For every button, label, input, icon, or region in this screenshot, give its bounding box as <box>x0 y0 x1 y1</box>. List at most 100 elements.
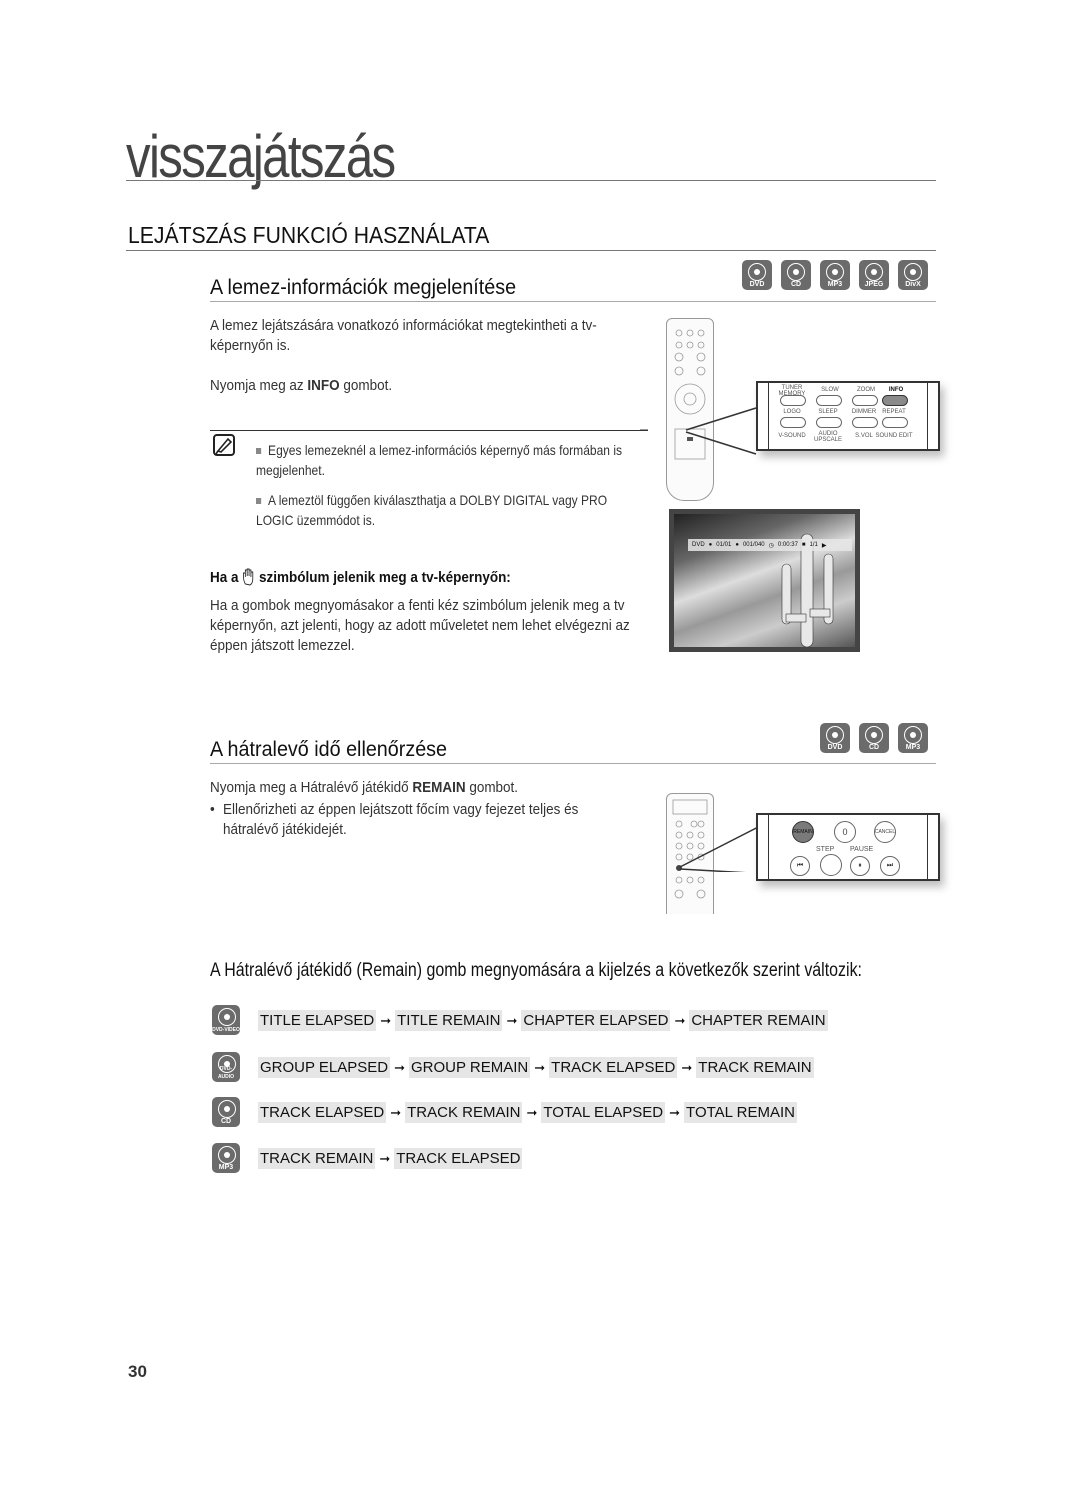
sdhd-button <box>780 395 806 406</box>
section-title: LEJÁTSZÁS FUNKCIÓ HASZNÁLATA <box>128 222 490 248</box>
play-icon: ▶ <box>821 542 827 549</box>
disc-info-rule <box>210 301 936 302</box>
disc-ring-icon <box>904 263 922 281</box>
remote-control-bottom <box>666 478 714 501</box>
note-icon <box>212 433 236 457</box>
hand-explanation: Ha a gombok megnyomásakor a fenti kéz sz… <box>210 598 630 654</box>
osd-title: 01/01 <box>716 542 732 548</box>
note-item: A lemeztöl függően kiválaszthatja a DOLB… <box>256 492 608 528</box>
panel-label: LOGO <box>783 409 801 415</box>
sequence-item: TRACK ELAPSED <box>549 1057 678 1078</box>
disc-icon-cd: CD <box>859 723 889 753</box>
disc-icon-dvd-audio: DVD-AUDIO <box>212 1052 240 1082</box>
dimmer-button <box>852 417 878 428</box>
info-button-highlight <box>882 395 908 406</box>
repeat-button <box>882 417 908 428</box>
arrow-right-icon: ➞ <box>669 1104 681 1120</box>
remain-button-label: REMAIN <box>412 780 466 796</box>
disc-ring-icon <box>904 726 922 744</box>
panel-label: V-SOUND <box>778 433 806 439</box>
sequence-row: TRACK REMAIN ➞ TRACK ELAPSED <box>258 1148 523 1169</box>
skip-forward-icon: ⏭ <box>880 856 900 876</box>
panel-label-info: INFO <box>888 387 904 393</box>
info-button-panel: TUNER MEMORY SLOW ZOOM INFO LOGO SLEEP D… <box>756 381 940 451</box>
disc-icon-cd: CD <box>212 1097 240 1127</box>
sequence-row: TRACK ELAPSED ➞ TRACK REMAIN ➞ TOTAL ELAPSED… <box>258 1102 797 1123</box>
chapter-icon: ● <box>735 542 739 548</box>
sequence-item: TOTAL ELAPSED <box>541 1102 666 1123</box>
disc-label: DivX <box>905 281 921 288</box>
sequence-item: TITLE ELAPSED <box>258 1010 377 1031</box>
disc-ring-icon <box>865 726 883 744</box>
disc-ring-icon <box>218 1100 236 1118</box>
disc-label: CD <box>790 281 802 288</box>
osd-chapter: 001/040 <box>742 542 765 548</box>
arrow-right-icon: ➞ <box>506 1012 518 1028</box>
callout-lines <box>640 407 757 455</box>
disc-label: MP3 <box>827 281 843 288</box>
remain-button-highlight: REMAIN <box>792 821 814 843</box>
sleep-button <box>816 417 842 428</box>
sequence-item: TRACK ELAPSED <box>394 1148 523 1169</box>
disc-icon-dvd: DVD <box>742 260 772 290</box>
disc-icon-cd: CD <box>781 260 811 290</box>
pause-icon: ⏸ <box>850 856 870 876</box>
arrow-right-icon: ➞ <box>526 1104 538 1120</box>
disc-icon-dvd: DVD <box>820 723 850 753</box>
info-button-label: INFO <box>307 378 340 394</box>
disc-label: CD <box>868 744 880 751</box>
tv-screen-photo: DVD ● 01/01 ● 001/040 ◷ 0:00:37 ■ 1/1 ▶ <box>669 509 860 652</box>
cactus-illustration <box>781 533 834 647</box>
arrow-right-icon: ➞ <box>390 1104 402 1120</box>
panel-label: AUDIO UPSCALE <box>813 431 842 443</box>
disc-icon-mp3: MP3 <box>898 723 928 753</box>
sequence-heading: A Hátralévő játékidő (Remain) gomb megny… <box>210 960 862 981</box>
remain-button-panel: REMAIN 0 CANCEL STEP PAUSE ⏮ ⏸ ⏭ <box>756 813 940 881</box>
zoom-button <box>852 395 878 406</box>
disc-label: DVD-AUDIO <box>217 1066 235 1080</box>
note-rule <box>210 430 648 431</box>
disc-icon-mp3: MP3 <box>212 1143 240 1173</box>
disc-label: DVD <box>749 281 765 288</box>
disc-label: JPEG <box>864 281 884 288</box>
note-item: Egyes lemezeknél a lemez-információs kép… <box>256 442 623 478</box>
sequence-item: TOTAL REMAIN <box>684 1102 797 1123</box>
arrow-right-icon: ➞ <box>394 1059 406 1075</box>
disc-info-intro: A lemez lejátszására vonatkozó informáci… <box>210 318 597 354</box>
page-number: 30 <box>128 1362 147 1381</box>
sequence-item: GROUP ELAPSED <box>258 1057 391 1078</box>
logo-button <box>780 417 806 428</box>
osd-time: 0:00:37 <box>777 542 798 548</box>
disc-ring-icon <box>748 263 766 281</box>
pause-label: PAUSE <box>850 846 874 853</box>
disc-ring-icon <box>787 263 805 281</box>
arrow-right-icon: ➞ <box>380 1012 392 1028</box>
step-button <box>820 854 842 876</box>
osd-info-bar: DVD ● 01/01 ● 001/040 ◷ 0:00:37 ■ 1/1 ▶ <box>688 539 852 551</box>
zero-button: 0 <box>834 821 856 843</box>
arrow-right-icon: ➞ <box>681 1059 693 1075</box>
step-label: STEP <box>816 846 835 853</box>
disc-label: CD <box>220 1118 232 1125</box>
sequence-item: TRACK ELAPSED <box>258 1102 387 1123</box>
cancel-button: CANCEL <box>874 821 896 843</box>
disc-icon-divx: DivX <box>898 260 928 290</box>
sequence-row: TITLE ELAPSED ➞ TITLE REMAIN ➞ CHAPTER ELAPS… <box>258 1010 828 1031</box>
sequence-row: GROUP ELAPSED ➞ GROUP REMAIN ➞ TRACK ELAPSED… <box>258 1057 814 1078</box>
osd-disc: DVD <box>692 542 705 548</box>
sequence-item: GROUP REMAIN <box>409 1057 531 1078</box>
press-suffix: gombot. <box>339 378 393 394</box>
bullet-dot: • <box>210 802 215 818</box>
osd-angle: 1/1 <box>809 542 818 548</box>
clock-icon: ◷ <box>768 542 774 549</box>
disc-ring-icon <box>826 726 844 744</box>
disc-label: MP3 <box>218 1164 234 1171</box>
disc-label: DVD <box>827 744 843 751</box>
disc-info-title: A lemez-információk megjelenítése <box>210 276 517 299</box>
panel-label: SOUND EDIT <box>875 433 913 439</box>
disc-ring-icon <box>865 263 883 281</box>
chapter-rule <box>126 180 936 181</box>
sequence-item: TITLE REMAIN <box>395 1010 503 1031</box>
camera-icon: ■ <box>801 542 806 548</box>
disc-ring-icon <box>826 263 844 281</box>
